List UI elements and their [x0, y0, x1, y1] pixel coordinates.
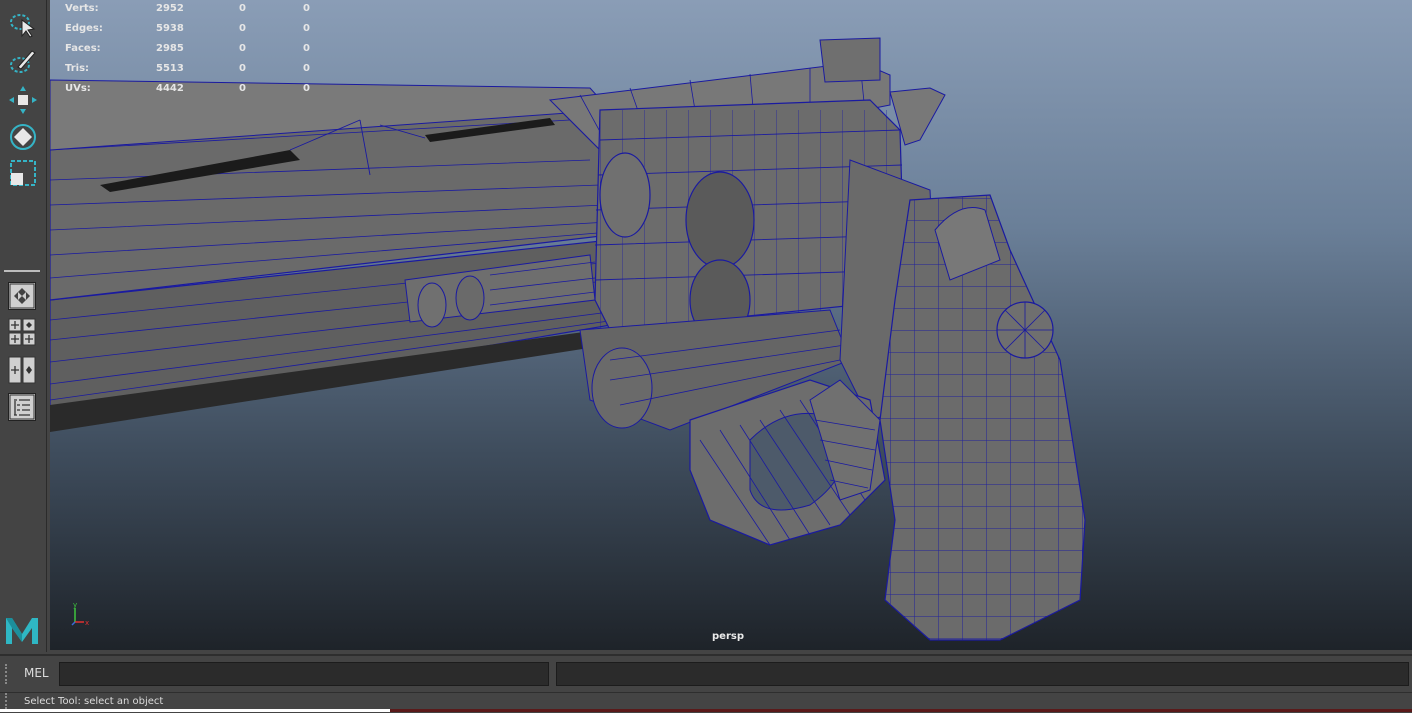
hud-value: 0 [303, 23, 310, 34]
hud-value: 0 [239, 43, 246, 54]
move-tool-icon[interactable] [5, 83, 41, 117]
command-line: MEL [0, 654, 1412, 692]
toolbox [0, 0, 47, 652]
outliner-layout-icon[interactable] [8, 393, 36, 421]
viewport-persp[interactable]: Verts: 2952 0 0 Edges: 5938 0 0 Faces: 2… [50, 0, 1412, 650]
hud-value: 0 [239, 83, 246, 94]
hud-value: 0 [303, 63, 310, 74]
hud-value: 5513 [156, 63, 184, 74]
camera-name-label: persp [712, 631, 744, 642]
hud-value: 0 [303, 43, 310, 54]
hud-label: Verts: [65, 3, 99, 14]
hud-value: 2985 [156, 43, 184, 54]
toolbox-separator [4, 270, 40, 272]
hud-value: 4442 [156, 83, 184, 94]
single-pane-layout-icon[interactable] [8, 282, 36, 310]
axis-gizmo-icon: y x [70, 600, 100, 630]
rotate-tool-icon[interactable] [5, 120, 41, 154]
hud-value: 2952 [156, 3, 184, 14]
revolver-mesh [50, 37, 1086, 641]
lasso-select-icon[interactable] [5, 8, 41, 42]
hud-label: Faces: [65, 43, 101, 54]
hud-label: UVs: [65, 83, 91, 94]
scale-tool-icon[interactable] [5, 156, 41, 190]
mel-result-field [556, 662, 1409, 686]
axis-y-label: y [73, 601, 77, 609]
hud-value: 0 [303, 3, 310, 14]
grip-handle-icon[interactable] [5, 664, 11, 684]
help-line-text: Select Tool: select an object [24, 696, 164, 707]
mel-language-toggle[interactable]: MEL [24, 666, 49, 680]
hud-label: Edges: [65, 23, 103, 34]
hud-value: 0 [239, 23, 246, 34]
hud-value: 0 [239, 3, 246, 14]
hud-value: 0 [303, 83, 310, 94]
mel-command-input[interactable] [59, 662, 549, 686]
four-pane-layout-icon[interactable] [8, 318, 36, 346]
hud-label: Tris: [65, 63, 90, 74]
maya-logo-icon [4, 612, 40, 648]
hud-value: 0 [239, 63, 246, 74]
two-pane-layout-icon[interactable] [8, 356, 36, 384]
paint-select-icon[interactable] [5, 45, 41, 79]
hud-value: 5938 [156, 23, 184, 34]
axis-x-label: x [85, 619, 89, 627]
grip-handle-icon[interactable] [5, 693, 11, 709]
